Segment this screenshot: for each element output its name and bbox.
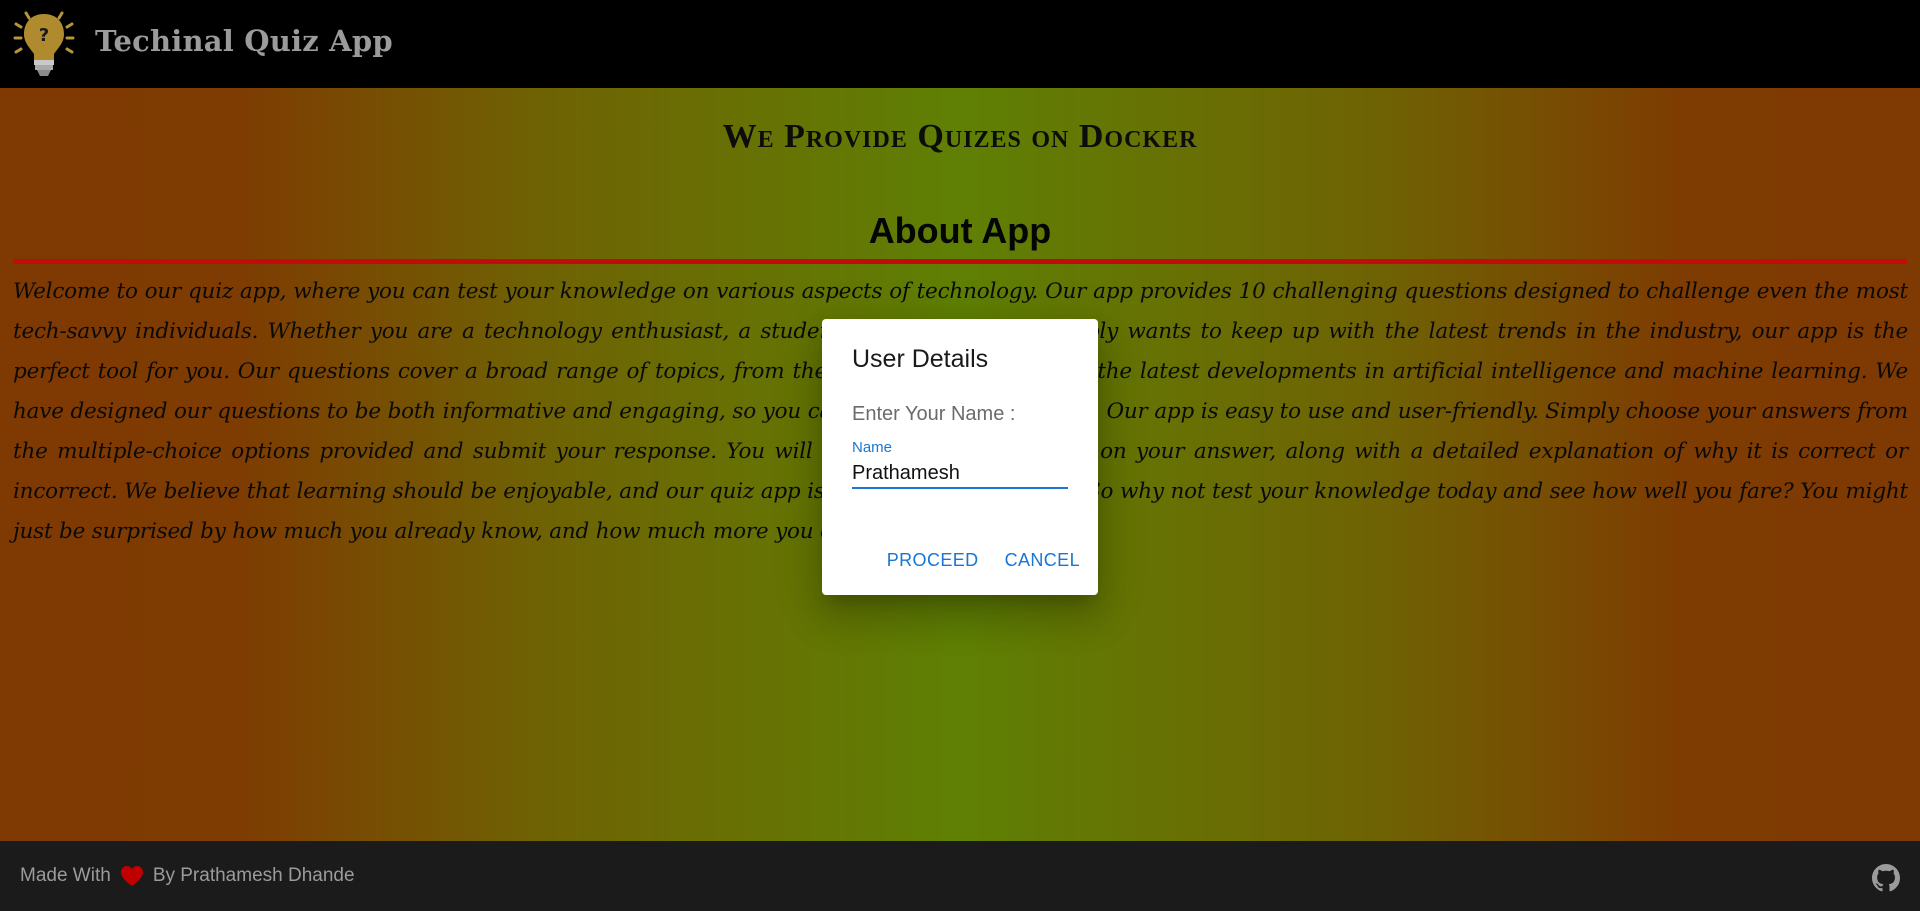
dialog-backdrop[interactable]: User Details Enter Your Name : Name Proc… bbox=[0, 0, 1920, 911]
cancel-button[interactable]: Cancel bbox=[1005, 550, 1080, 571]
proceed-button[interactable]: Proceed bbox=[887, 550, 979, 571]
user-details-dialog: User Details Enter Your Name : Name Proc… bbox=[822, 319, 1098, 595]
name-field-label: Name bbox=[852, 439, 893, 456]
name-input[interactable] bbox=[852, 459, 1068, 489]
dialog-actions: Proceed Cancel bbox=[887, 550, 1080, 571]
dialog-title: User Details bbox=[852, 345, 989, 373]
dialog-prompt: Enter Your Name : bbox=[852, 403, 1016, 425]
